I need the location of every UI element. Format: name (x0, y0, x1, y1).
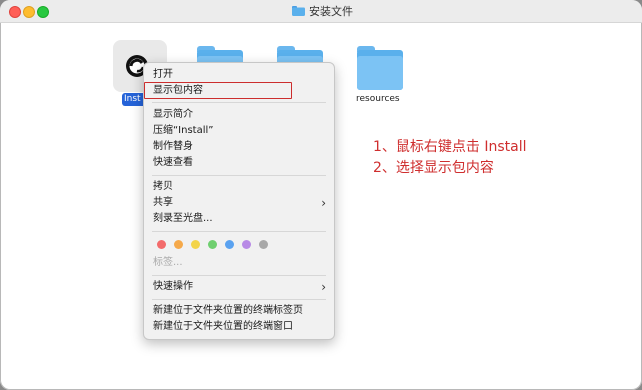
menu-separator (152, 299, 326, 300)
title-bar[interactable]: 安装文件 (0, 0, 642, 23)
menu-item-open[interactable]: 打开 (153, 68, 173, 82)
tag-gray[interactable] (259, 240, 268, 249)
menu-item-burn[interactable]: 刻录至光盘... (153, 212, 213, 226)
finder-window: 安装文件 Inst resources 打开 显示包内容 显示简介 压缩“Ins… (0, 0, 642, 390)
window-title-text: 安装文件 (309, 5, 353, 18)
tag-blue[interactable] (225, 240, 234, 249)
menu-item-share[interactable]: 共享 (153, 196, 173, 210)
annotation-highlight-box (144, 82, 292, 99)
tag-red[interactable] (157, 240, 166, 249)
tag-orange[interactable] (174, 240, 183, 249)
chevron-right-icon: › (321, 196, 326, 210)
tag-purple[interactable] (242, 240, 251, 249)
window-title: 安装文件 (292, 3, 353, 19)
menu-separator (152, 231, 326, 232)
menu-item-quick-look[interactable]: 快速查看 (153, 156, 193, 170)
close-button[interactable] (9, 6, 21, 18)
menu-item-get-info[interactable]: 显示简介 (153, 108, 193, 122)
menu-item-copy[interactable]: 拷贝 (153, 180, 173, 194)
menu-item-quick-actions[interactable]: 快速操作 (153, 280, 193, 294)
menu-item-new-terminal-window[interactable]: 新建位于文件夹位置的终端窗口 (153, 320, 293, 334)
menu-separator (152, 102, 326, 103)
context-menu: 打开 显示包内容 显示简介 压缩“Install” 制作替身 快速查看 拷贝 共… (143, 62, 335, 340)
menu-item-new-terminal-tab[interactable]: 新建位于文件夹位置的终端标签页 (153, 304, 303, 318)
annotation-step-2: 2、选择显示包内容 (373, 160, 494, 176)
zoom-button[interactable] (37, 6, 49, 18)
chevron-right-icon: › (321, 280, 326, 294)
menu-separator (152, 275, 326, 276)
minimize-button[interactable] (23, 6, 35, 18)
tag-green[interactable] (208, 240, 217, 249)
folder-icon (292, 6, 305, 16)
resources-label[interactable]: resources (356, 94, 400, 104)
menu-separator (152, 175, 326, 176)
menu-item-tags: 标签... (153, 257, 183, 268)
tag-yellow[interactable] (191, 240, 200, 249)
menu-item-make-alias[interactable]: 制作替身 (153, 140, 193, 154)
resources-folder-icon[interactable] (357, 46, 403, 90)
annotation-step-1: 1、鼠标右键点击 Install (373, 139, 527, 155)
menu-item-compress[interactable]: 压缩“Install” (153, 124, 213, 138)
